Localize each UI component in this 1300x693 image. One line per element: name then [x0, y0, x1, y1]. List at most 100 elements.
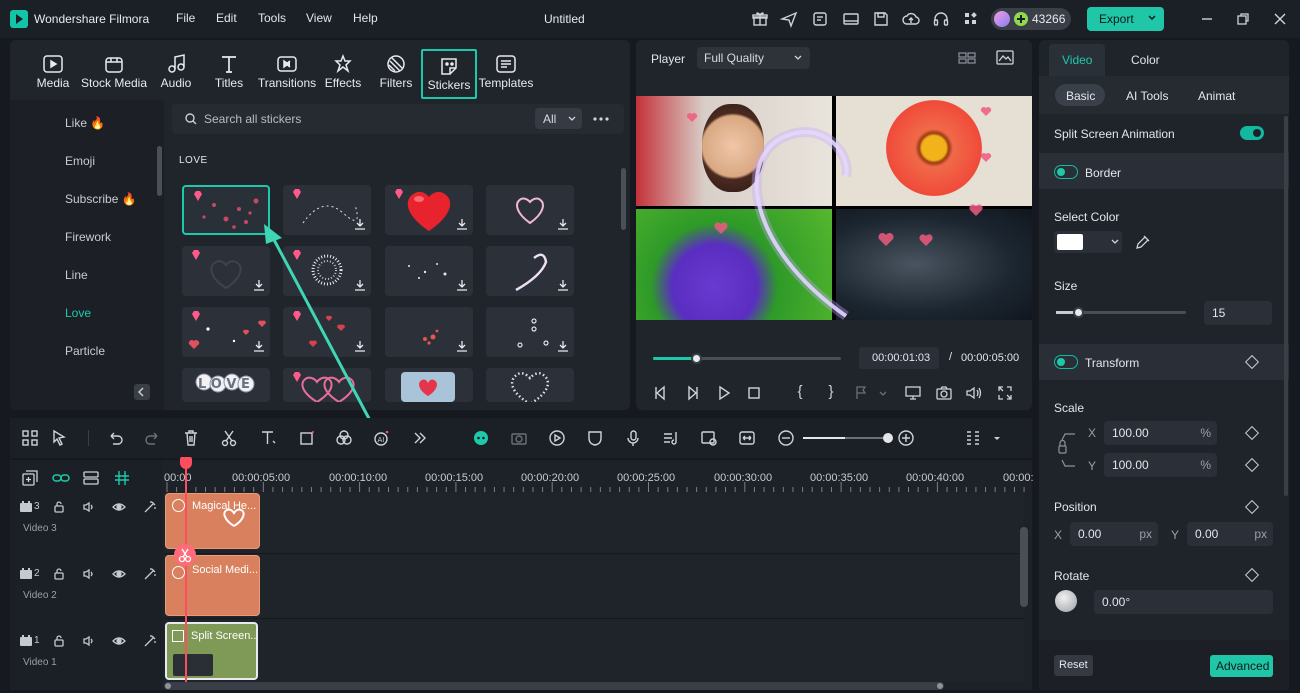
volume-icon[interactable]: [964, 383, 984, 403]
zoom-in-icon[interactable]: [896, 428, 916, 448]
lock-icon[interactable]: [52, 500, 66, 514]
auto-enhance-icon[interactable]: [143, 634, 157, 648]
gift-icon[interactable]: [751, 10, 769, 28]
zoom-slider[interactable]: [803, 433, 893, 443]
more-tools-icon[interactable]: [410, 428, 430, 448]
layout-icon[interactable]: [842, 10, 860, 28]
apps-grid-icon[interactable]: [962, 10, 980, 28]
mark-out-icon[interactable]: }: [821, 383, 841, 403]
snapshot-image-icon[interactable]: [995, 48, 1015, 68]
feedback-icon[interactable]: [811, 10, 829, 28]
clip-split-screen[interactable]: Split Screen...: [165, 622, 258, 680]
properties-scrollbar[interactable]: [1284, 116, 1288, 496]
audio-mix-icon[interactable]: [661, 428, 681, 448]
export-button[interactable]: Export: [1087, 7, 1164, 31]
size-slider[interactable]: [1056, 307, 1186, 318]
quality-dropdown[interactable]: Full Quality: [697, 47, 810, 69]
scale-x-input[interactable]: 100.00 %: [1104, 421, 1217, 445]
track-height-icon[interactable]: [963, 428, 983, 448]
scene-detect-icon[interactable]: [699, 428, 719, 448]
subtab-animation[interactable]: Animat: [1198, 89, 1235, 103]
lock-icon[interactable]: [52, 634, 66, 648]
fullscreen-icon[interactable]: [995, 383, 1015, 403]
redo-icon[interactable]: [143, 428, 163, 448]
auto-enhance-icon[interactable]: [143, 500, 157, 514]
select-tool-icon[interactable]: [50, 428, 70, 448]
subtab-basic[interactable]: Basic: [1055, 84, 1105, 106]
mask-icon[interactable]: [585, 428, 605, 448]
add-track-icon[interactable]: [20, 468, 40, 488]
position-x-input[interactable]: 0.00 px: [1070, 522, 1158, 546]
grid-view-icon[interactable]: [957, 48, 977, 68]
color-picker[interactable]: [1054, 231, 1122, 253]
zoom-slider-handle[interactable]: [883, 433, 893, 443]
microphone-icon[interactable]: [623, 428, 643, 448]
save-icon[interactable]: [872, 10, 890, 28]
crop-icon[interactable]: [297, 428, 317, 448]
mark-in-icon[interactable]: {: [790, 383, 810, 403]
mute-icon[interactable]: [82, 634, 96, 648]
delete-icon[interactable]: [181, 428, 201, 448]
previous-frame-icon[interactable]: [651, 383, 671, 403]
layout-grid-icon[interactable]: [20, 428, 40, 448]
text-tool-icon[interactable]: [258, 428, 278, 448]
tab-video[interactable]: Video: [1049, 44, 1105, 76]
timeline-vertical-scrollbar[interactable]: [1020, 527, 1028, 607]
stop-icon[interactable]: [744, 383, 764, 403]
restore-icon[interactable]: [1234, 10, 1252, 28]
subtab-ai-tools[interactable]: AI Tools: [1126, 89, 1168, 103]
zoom-out-icon[interactable]: [776, 428, 796, 448]
transform-toggle[interactable]: [1054, 355, 1078, 369]
size-input[interactable]: 15: [1204, 301, 1272, 325]
scale-y-input[interactable]: 100.00 %: [1104, 453, 1217, 477]
eyedropper-icon[interactable]: [1134, 233, 1154, 253]
eye-icon[interactable]: [112, 567, 126, 581]
tab-color[interactable]: Color: [1131, 53, 1160, 67]
cloud-upload-icon[interactable]: [902, 10, 920, 28]
close-icon[interactable]: [1271, 10, 1289, 28]
time-ruler[interactable]: [164, 460, 1032, 492]
advanced-button[interactable]: Advanced: [1210, 655, 1273, 677]
marker-icon[interactable]: [852, 383, 872, 403]
link-clips-icon[interactable]: [51, 468, 71, 488]
lock-icon[interactable]: [52, 567, 66, 581]
camera-snapshot-icon[interactable]: [934, 383, 954, 403]
eye-icon[interactable]: [112, 500, 126, 514]
reset-button[interactable]: Reset: [1054, 655, 1093, 676]
chevron-down-icon[interactable]: [992, 434, 1002, 444]
snap-icon[interactable]: [112, 468, 132, 488]
clip-magical-hearts[interactable]: Magical He...: [165, 493, 260, 549]
position-y-input[interactable]: 0.00 px: [1187, 522, 1273, 546]
speed-icon[interactable]: [547, 428, 567, 448]
split-scissors-icon[interactable]: [174, 544, 196, 566]
rotate-input[interactable]: 0.00°: [1094, 590, 1273, 614]
undo-icon[interactable]: [105, 428, 125, 448]
send-icon[interactable]: [780, 10, 798, 28]
link-scale-icon[interactable]: [1057, 432, 1077, 468]
split-screen-animation-toggle[interactable]: [1240, 126, 1264, 140]
next-frame-icon[interactable]: [682, 383, 702, 403]
size-slider-handle[interactable]: [1073, 307, 1084, 318]
play-icon[interactable]: [714, 383, 734, 403]
rotate-dial[interactable]: [1055, 590, 1077, 612]
playhead-handle[interactable]: [180, 457, 192, 469]
cut-icon[interactable]: [219, 428, 239, 448]
fit-to-screen-icon[interactable]: [737, 428, 757, 448]
auto-enhance-icon[interactable]: [143, 567, 157, 581]
mute-icon[interactable]: [82, 567, 96, 581]
credits-pill[interactable]: 43266: [991, 8, 1071, 30]
headset-icon[interactable]: [932, 10, 950, 28]
chevron-down-icon[interactable]: [878, 389, 888, 399]
video-preview[interactable]: [636, 96, 1032, 320]
border-toggle[interactable]: [1054, 165, 1078, 179]
eye-icon[interactable]: [112, 634, 126, 648]
render-preview-icon[interactable]: [509, 428, 529, 448]
minimize-icon[interactable]: [1198, 10, 1216, 28]
track-manager-icon[interactable]: [81, 468, 101, 488]
playback-progress-track[interactable]: [653, 353, 841, 364]
mute-icon[interactable]: [82, 500, 96, 514]
display-monitor-icon[interactable]: [903, 383, 923, 403]
ai-copilot-icon[interactable]: [471, 428, 491, 448]
color-match-icon[interactable]: [334, 428, 354, 448]
timeline-horizontal-scrollbar[interactable]: [164, 682, 944, 690]
